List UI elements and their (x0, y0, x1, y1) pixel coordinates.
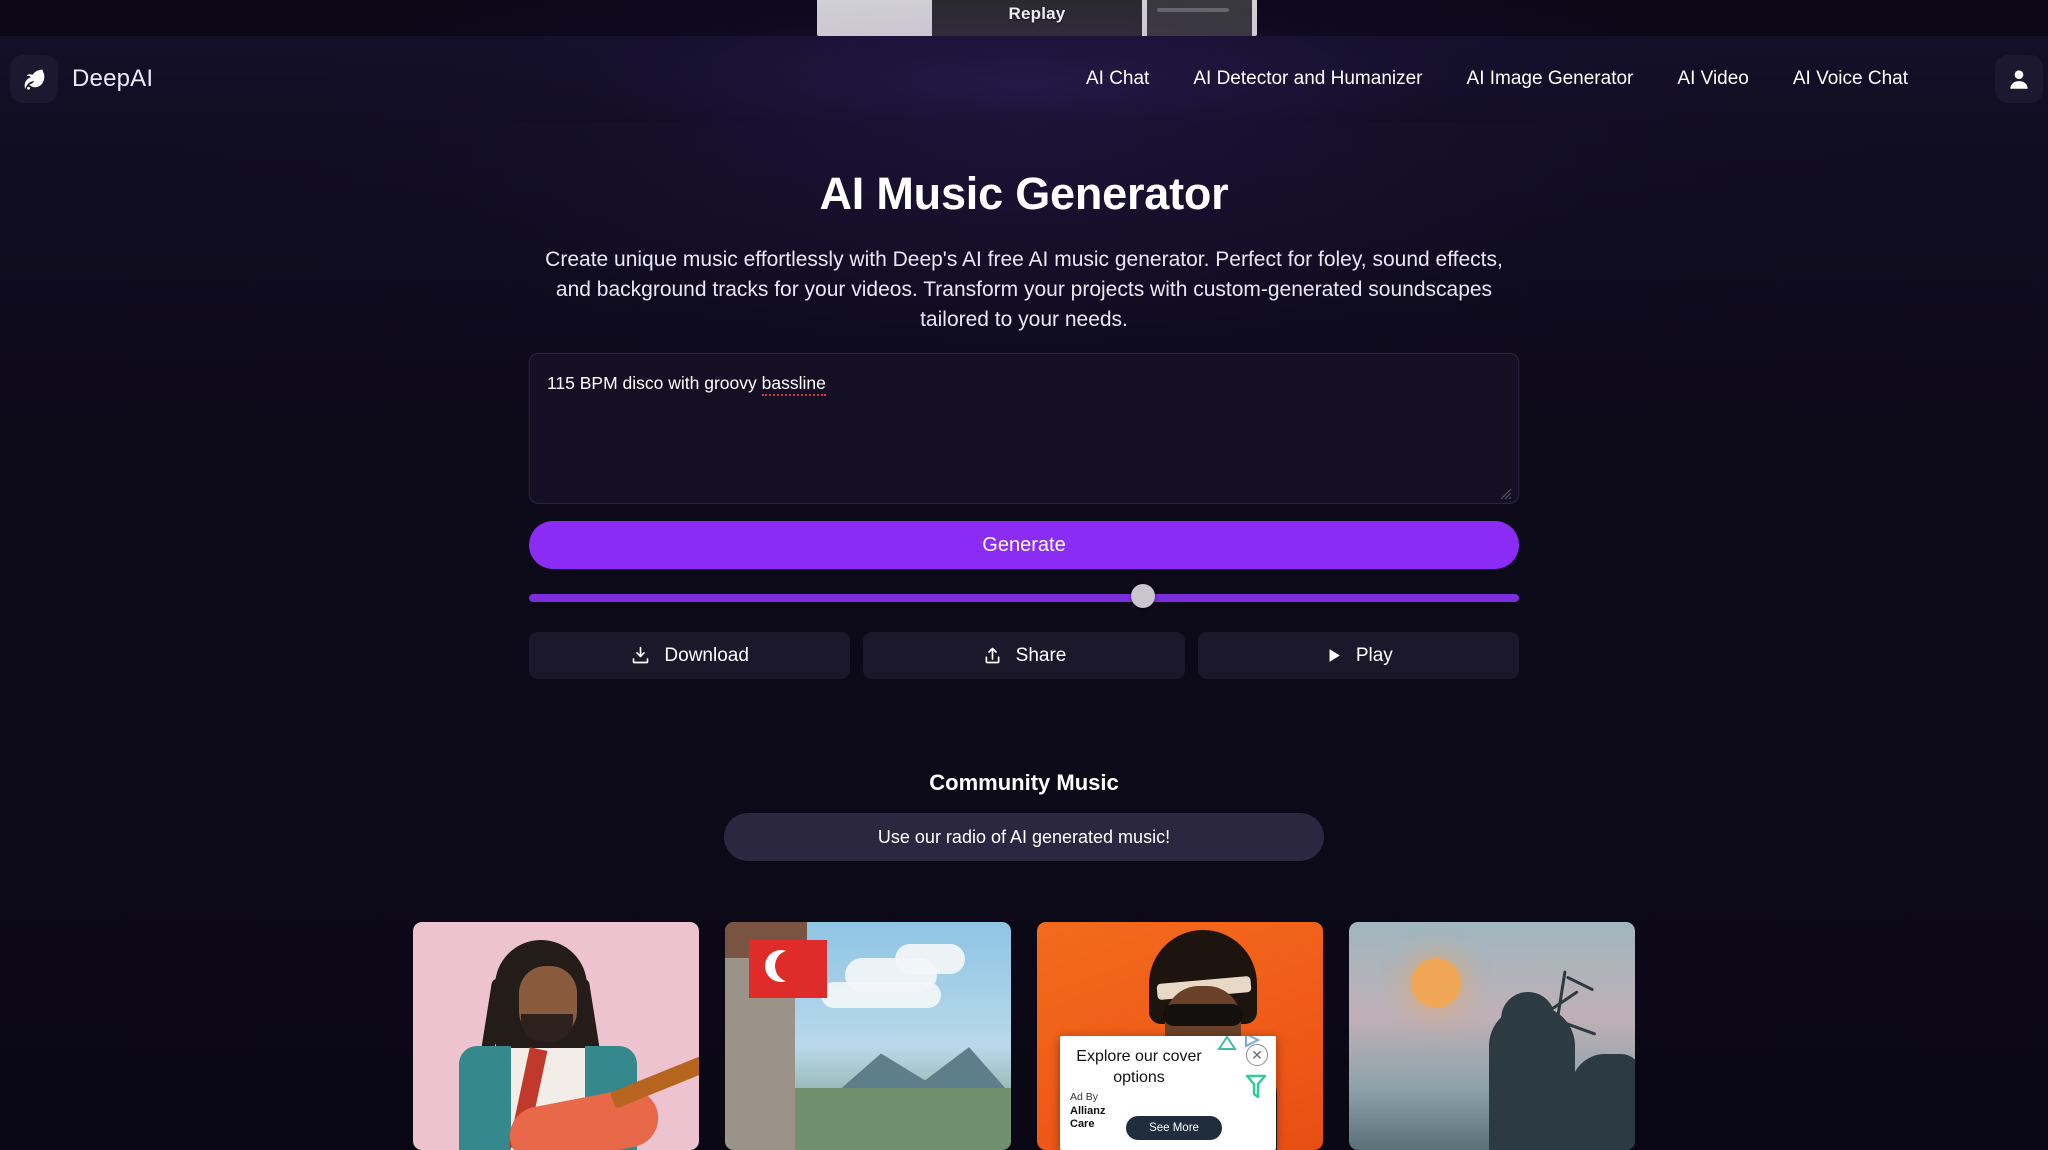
community-card-mountain-video[interactable] (725, 922, 1011, 1150)
top-ad-strip[interactable]: Replay (0, 0, 2048, 36)
play-icon (1329, 649, 1340, 662)
top-ad-creative[interactable]: Replay (817, 0, 1257, 36)
brand-name[interactable]: DeepAI (72, 65, 153, 93)
generate-button[interactable]: Generate (529, 521, 1519, 569)
primary-nav: AI Chat AI Detector and Humanizer AI Ima… (1064, 36, 1930, 122)
download-button[interactable]: Download (529, 632, 851, 679)
adchoices-triangle-icon (1217, 1036, 1237, 1050)
brand[interactable]: DeepAI (10, 55, 153, 103)
share-icon (985, 647, 1000, 664)
nav-item-ai-voice-chat[interactable]: AI Voice Chat (1771, 36, 1930, 122)
download-button-label: Download (664, 644, 749, 666)
ad-by-label: Ad By (1070, 1091, 1099, 1103)
playback-progress-slider[interactable] (529, 584, 1519, 608)
user-avatar-icon[interactable] (1995, 55, 2043, 103)
page-title: AI Music Generator (819, 168, 1229, 219)
community-radio-button[interactable]: Use our radio of AI generated music! (724, 813, 1324, 861)
main-content: AI Music Generator Create unique music e… (0, 122, 2048, 1150)
download-icon (633, 646, 649, 664)
slider-thumb[interactable] (1130, 584, 1155, 608)
deepai-dolphin-logo-icon[interactable] (10, 55, 58, 103)
adchoices-play-icon (1245, 1036, 1261, 1048)
share-button-label: Share (1015, 644, 1067, 666)
ad-advertiser-name: Allianz Care (1070, 1105, 1106, 1130)
nav-item-ai-chat[interactable]: AI Chat (1064, 36, 1171, 122)
ad-replay-label[interactable]: Replay (817, 4, 1257, 24)
site-header: DeepAI AI Chat AI Detector and Humanizer… (0, 0, 2048, 216)
share-button[interactable]: Share (863, 632, 1185, 679)
play-button-label: Play (1355, 644, 1393, 666)
advertiser-logo-icon (1245, 1074, 1267, 1099)
nav-item-ai-video[interactable]: AI Video (1655, 36, 1770, 122)
play-button[interactable]: Play (1197, 632, 1519, 679)
community-music-title: Community Music (929, 770, 1119, 795)
slider-track[interactable] (529, 594, 1519, 602)
community-card-moon-silhouette[interactable] (1349, 922, 1635, 1150)
page-description: Create unique music effortlessly with De… (545, 248, 1503, 331)
player-actions: Download Share Play (529, 632, 1519, 679)
nav-item-ai-image-generator[interactable]: AI Image Generator (1445, 36, 1656, 122)
ad-see-more-button[interactable]: See More (1126, 1116, 1222, 1140)
nav-item-ai-detector-and-humanizer[interactable]: AI Detector and Humanizer (1171, 36, 1444, 122)
ad-overlay[interactable]: Explore our cover options Ad By Allianz … (1060, 1036, 1276, 1150)
community-cards (413, 922, 1635, 1150)
prompt-input[interactable] (529, 353, 1519, 504)
ad-headline: Explore our cover options (1076, 1048, 1202, 1086)
community-card-guitarist[interactable] (413, 922, 699, 1150)
